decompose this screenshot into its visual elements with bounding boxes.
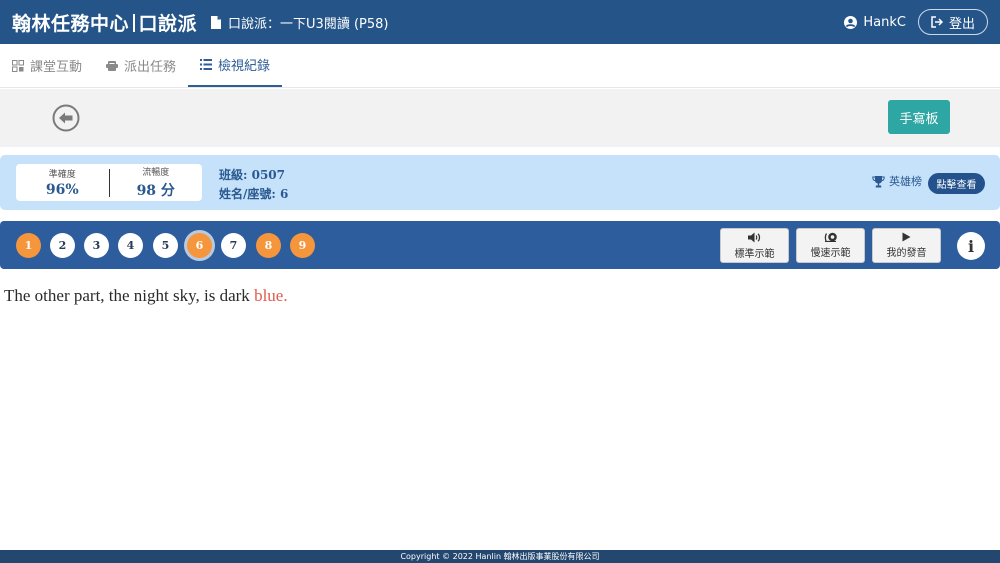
brand-right: 口說派 bbox=[138, 12, 198, 35]
info-button[interactable]: i bbox=[957, 232, 985, 260]
question-button-5[interactable]: 5 bbox=[153, 233, 178, 258]
tab-label: 派出任務 bbox=[124, 60, 177, 75]
sentence-highlight: blue. bbox=[254, 286, 288, 305]
info-icon: i bbox=[967, 236, 975, 256]
question-number: 2 bbox=[58, 239, 67, 252]
document-icon bbox=[211, 15, 222, 29]
student-info: 班級: 0507 姓名/座號: 6 bbox=[219, 166, 288, 204]
question-button-1[interactable]: 1 bbox=[16, 233, 41, 258]
play-icon bbox=[902, 232, 911, 242]
my-recording-label: 我的發音 bbox=[886, 248, 927, 259]
brand-title[interactable]: 翰林任務中心 口說派 bbox=[12, 9, 197, 36]
fluency-label: 流暢度 bbox=[142, 168, 170, 178]
header-right: HankC 登出 bbox=[844, 9, 1000, 35]
question-number: 3 bbox=[92, 239, 101, 252]
username: HankC bbox=[863, 14, 906, 30]
sentence-text: The other part, the night sky, is dark bbox=[4, 286, 250, 305]
tab-classroom-interaction[interactable]: 課堂互動 bbox=[0, 44, 94, 87]
hero-label: 英雄榜 bbox=[889, 175, 922, 188]
dispatch-icon bbox=[106, 60, 119, 71]
question-button-4[interactable]: 4 bbox=[118, 233, 143, 258]
question-button-6[interactable]: 6 bbox=[187, 233, 212, 258]
fluency-block: 流暢度 98 分 bbox=[110, 164, 203, 201]
tab-dispatch-task[interactable]: 派出任務 bbox=[94, 44, 188, 87]
logout-label: 登出 bbox=[948, 16, 975, 32]
standard-demo-button[interactable]: 標準示範 bbox=[720, 228, 789, 263]
footer: Copyright © 2022 Hanlin 翰林出版事業股份有限公司 bbox=[0, 550, 1000, 563]
accuracy-block: 準確度 96% bbox=[16, 164, 109, 201]
view-ranking-button[interactable]: 點擊查看 bbox=[928, 173, 985, 194]
tab-bar: 課堂互動 派出任務 檢視紀錄 bbox=[0, 44, 1000, 88]
brand-separator bbox=[133, 13, 135, 32]
snail-icon bbox=[824, 232, 837, 242]
view-ranking-label: 點擊查看 bbox=[936, 180, 977, 191]
question-number: 7 bbox=[229, 239, 238, 252]
question-number: 4 bbox=[126, 239, 135, 252]
question-number: 6 bbox=[195, 239, 204, 252]
copyright-text: Copyright © 2022 Hanlin 翰林出版事業股份有限公司 bbox=[400, 552, 600, 561]
student-line: 姓名/座號: 6 bbox=[219, 187, 289, 201]
handwriting-pad-label: 手寫板 bbox=[899, 111, 939, 127]
slow-demo-label: 慢速示範 bbox=[810, 248, 851, 259]
trophy-icon bbox=[872, 175, 885, 187]
toolbar: 手寫板 bbox=[0, 89, 1000, 147]
handwriting-pad-button[interactable]: 手寫板 bbox=[888, 100, 950, 134]
tab-view-records[interactable]: 檢視紀錄 bbox=[188, 44, 283, 87]
question-button-8[interactable]: 8 bbox=[256, 233, 281, 258]
question-button-7[interactable]: 7 bbox=[221, 233, 246, 258]
speaker-icon bbox=[748, 232, 761, 242]
score-card: 準確度 96% 流暢度 98 分 bbox=[16, 164, 202, 201]
question-number: 9 bbox=[298, 239, 307, 252]
accuracy-value: 96% bbox=[45, 182, 79, 198]
my-recording-button[interactable]: 我的發音 bbox=[872, 228, 941, 263]
top-header: 翰林任務中心 口說派 口說派：一下U3閱讀 (P58) HankC 登出 bbox=[0, 0, 1000, 44]
list-icon bbox=[200, 59, 213, 70]
arrow-left-circle-icon[interactable] bbox=[52, 104, 80, 132]
logout-button[interactable]: 登出 bbox=[918, 9, 988, 35]
logout-icon bbox=[931, 16, 943, 28]
slow-demo-button[interactable]: 慢速示範 bbox=[796, 228, 865, 263]
question-bar: 1 2 3 4 5 6 7 8 9 標準示範 慢速示範 我的發音 bbox=[0, 221, 1000, 269]
tab-label: 檢視紀錄 bbox=[218, 59, 271, 74]
class-line: 班級: 0507 bbox=[219, 168, 286, 182]
question-button-3[interactable]: 3 bbox=[84, 233, 109, 258]
brand-left: 翰林任務中心 bbox=[12, 12, 130, 35]
grid-icon bbox=[12, 59, 24, 72]
page: 翰林任務中心 口說派 口說派：一下U3閱讀 (P58) HankC 登出 課堂互動… bbox=[0, 0, 1000, 563]
question-button-9[interactable]: 9 bbox=[290, 233, 315, 258]
document-title: 口說派：一下U3閱讀 (P58) bbox=[211, 13, 388, 32]
document-title-text: 口說派：一下U3閱讀 (P58) bbox=[228, 16, 389, 32]
hero-board: 英雄榜 bbox=[872, 173, 922, 189]
user-info: HankC bbox=[844, 15, 906, 30]
tab-label: 課堂互動 bbox=[30, 60, 83, 75]
accuracy-label: 準確度 bbox=[48, 170, 76, 180]
question-button-2[interactable]: 2 bbox=[50, 233, 75, 258]
standard-demo-label: 標準示範 bbox=[734, 248, 775, 260]
question-number: 5 bbox=[161, 239, 170, 252]
question-number: 8 bbox=[264, 239, 273, 252]
user-icon bbox=[844, 15, 858, 29]
reading-sentence: The other part, the night sky, is dark b… bbox=[4, 286, 288, 306]
fluency-value: 98 分 bbox=[136, 183, 175, 199]
question-number: 1 bbox=[24, 239, 33, 252]
score-panel: 準確度 96% 流暢度 98 分 班級: 0507 姓名/座號: 6 英雄榜 點… bbox=[0, 155, 1000, 210]
